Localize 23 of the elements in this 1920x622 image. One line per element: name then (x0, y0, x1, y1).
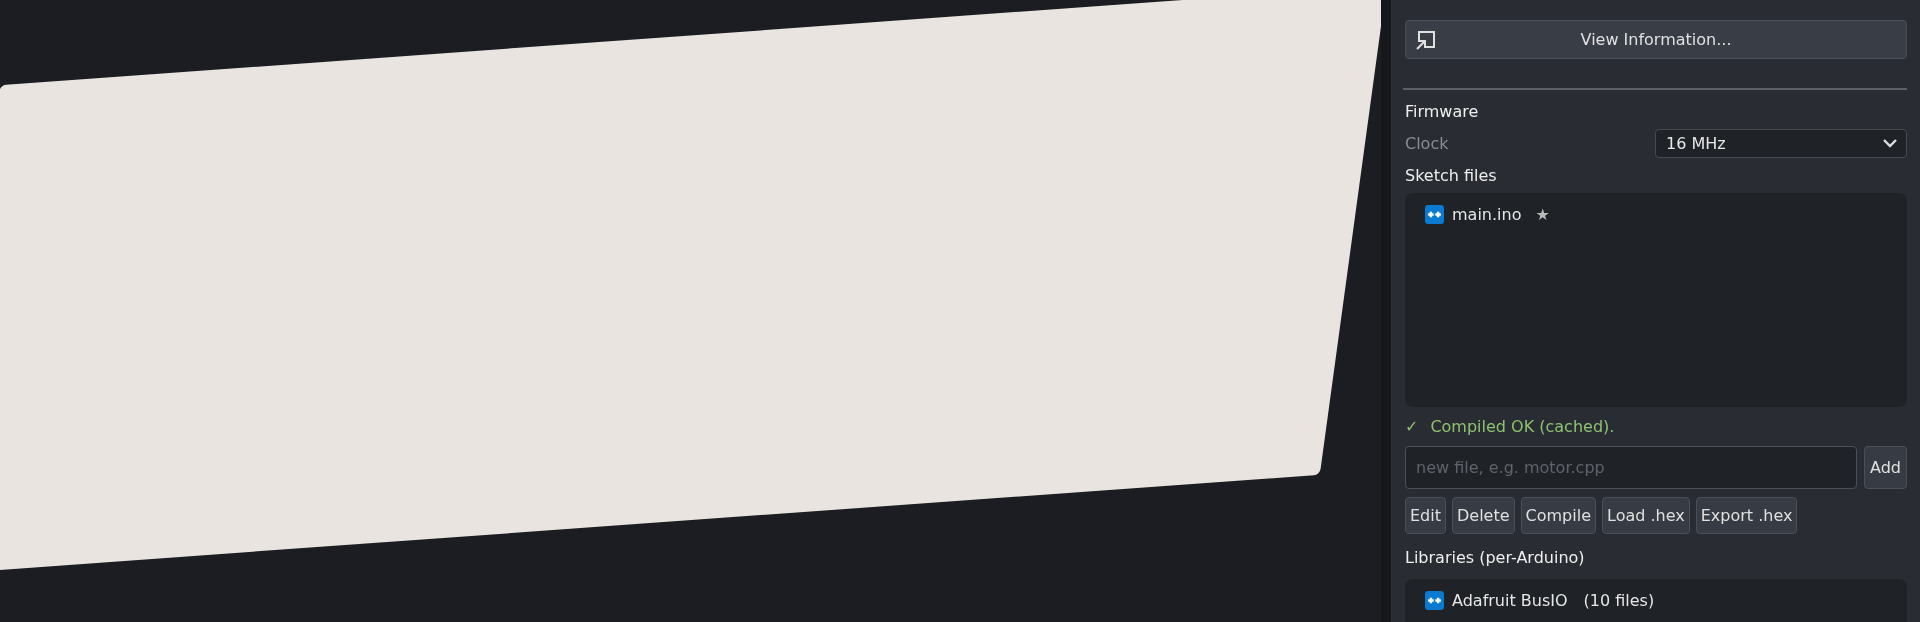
action-button[interactable]: Load .hex (1602, 497, 1690, 534)
section-heading: Libraries (per-Arduino) (1405, 548, 1586, 567)
action-button[interactable]: Compile (1520, 497, 1596, 534)
section-heading: Firmware (1405, 101, 1480, 121)
cpp-file-icon (1425, 204, 1444, 224)
section-heading: Sketch files (1405, 165, 1498, 185)
file-count: (10 files) (1583, 591, 1655, 610)
library-icon (1425, 591, 1444, 610)
status-message: Compiled OK (cached). (1430, 417, 1615, 436)
new-file-input[interactable]: new file, e.g. motor.cpp (1405, 446, 1857, 489)
file-name[interactable]: main.ino (1452, 204, 1522, 224)
clock-dropdown[interactable]: 16 MHz (1655, 128, 1907, 158)
action-button[interactable]: Delete (1452, 497, 1515, 534)
action-button[interactable]: Edit (1405, 497, 1446, 534)
add-button[interactable]: Add (1864, 446, 1907, 489)
check-icon: ✓ (1405, 417, 1419, 436)
action-button[interactable]: Export .hex (1695, 497, 1798, 534)
chevron-down-icon (1882, 138, 1898, 149)
star-icon: ★ (1535, 204, 1550, 224)
view-information-button[interactable]: View Information... (1405, 20, 1907, 59)
field-label: Clock (1405, 133, 1449, 153)
library-name[interactable]: Adafruit BusIO (1452, 591, 1568, 610)
open-window-icon (1414, 28, 1438, 52)
